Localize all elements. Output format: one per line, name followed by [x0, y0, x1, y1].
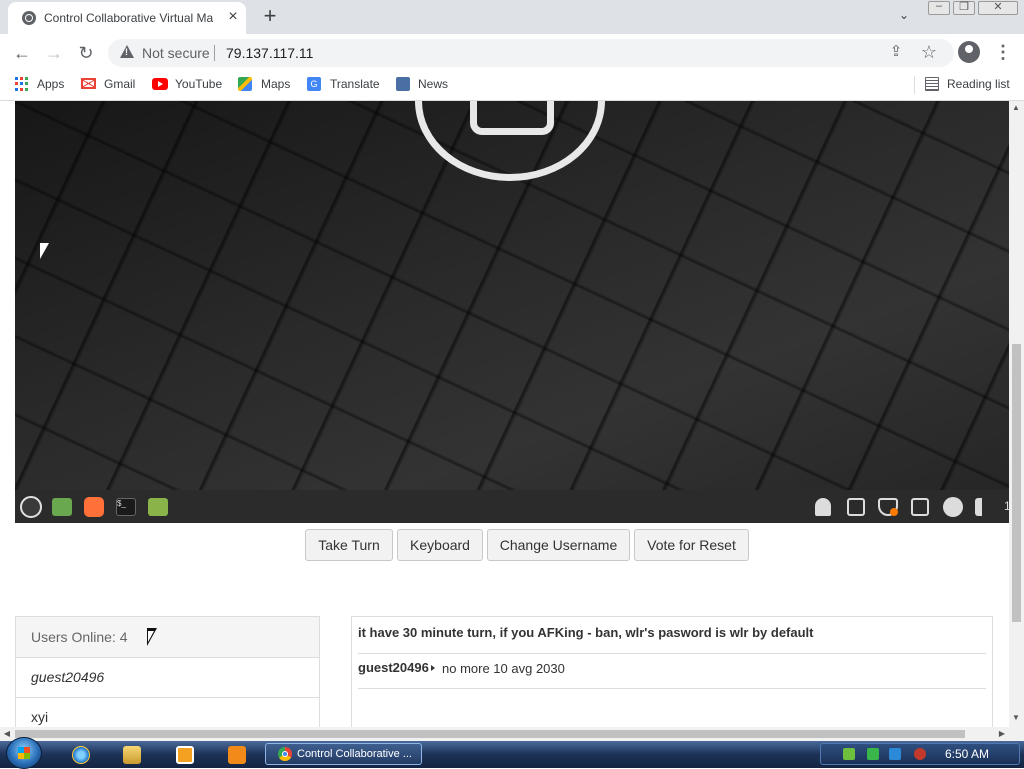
- update-shield-icon[interactable]: [878, 498, 898, 516]
- close-icon: ✕: [993, 1, 1003, 13]
- linux-mint-logo: [415, 101, 605, 181]
- browser-menu-icon[interactable]: ⋮: [994, 42, 1012, 62]
- reload-button[interactable]: ↻: [74, 42, 98, 64]
- browser-tab[interactable]: Control Collaborative Virtual Ma ×: [8, 2, 246, 34]
- horizontal-scroll-thumb[interactable]: [15, 730, 965, 738]
- chat-message: no more 10 avg 2030: [442, 661, 565, 676]
- scroll-right-icon[interactable]: ▶: [995, 727, 1009, 741]
- chat-divider: [358, 688, 986, 689]
- chat-username: guest20496: [358, 660, 429, 675]
- tab-close-icon[interactable]: ×: [224, 8, 242, 26]
- bookmarks-divider: [914, 76, 915, 94]
- windows-taskbar: Control Collaborative ... 6:50 AM: [0, 737, 1024, 769]
- close-window-button[interactable]: ✕: [978, 1, 1018, 15]
- vm-screen[interactable]: [15, 101, 1009, 490]
- app-icon[interactable]: [228, 746, 246, 764]
- bookmark-youtube[interactable]: YouTube: [175, 77, 222, 93]
- vertical-scroll-thumb[interactable]: [1012, 344, 1021, 622]
- clipboard-icon[interactable]: [847, 498, 865, 516]
- tab-strip: Control Collaborative Virtual Ma × + ⌄ –…: [0, 0, 1024, 34]
- vertical-scrollbar[interactable]: ▲ ▼: [1009, 101, 1024, 727]
- users-online-count: Users Online: 4: [31, 629, 128, 645]
- vm-taskbar-panel: $_ 1: [15, 490, 1011, 523]
- bookmark-news[interactable]: News: [418, 77, 448, 93]
- user-list-item[interactable]: guest20496: [16, 657, 319, 698]
- change-username-button[interactable]: Change Username: [487, 529, 630, 561]
- bookmark-star-icon[interactable]: ☆: [920, 43, 938, 61]
- bookmark-maps[interactable]: Maps: [261, 77, 290, 93]
- mouse-pointer-icon: [147, 628, 157, 646]
- display-tray-icon[interactable]: [889, 748, 901, 760]
- keyboard-button[interactable]: Keyboard: [397, 529, 483, 561]
- translate-icon: G: [307, 77, 321, 91]
- vote-reset-button[interactable]: Vote for Reset: [634, 529, 749, 561]
- clock[interactable]: 6:50 AM: [945, 747, 989, 761]
- power-icon[interactable]: [943, 497, 963, 517]
- start-button[interactable]: [6, 737, 42, 769]
- take-turn-button[interactable]: Take Turn: [305, 529, 393, 561]
- scroll-up-icon[interactable]: ▲: [1009, 101, 1023, 115]
- chat-divider: [358, 653, 986, 654]
- globe-favicon-icon: [22, 11, 36, 25]
- tab-search-icon[interactable]: ⌄: [894, 8, 914, 26]
- ie-icon[interactable]: [72, 746, 90, 764]
- share-icon[interactable]: ⇪: [888, 44, 904, 60]
- reading-list-button[interactable]: Reading list: [947, 77, 1010, 93]
- files-icon[interactable]: [148, 498, 168, 516]
- window-icon[interactable]: [911, 498, 929, 516]
- horizontal-scrollbar[interactable]: ◀ ▶: [0, 727, 1024, 741]
- show-desktop-icon[interactable]: [52, 498, 72, 516]
- users-header: Users Online: 4: [16, 617, 319, 658]
- task-label: Control Collaborative ...: [297, 748, 412, 760]
- security-tray-icon[interactable]: [843, 748, 855, 760]
- reading-list-icon: [925, 77, 939, 91]
- chat-arrow-icon: [431, 665, 435, 671]
- system-tray: 6:50 AM: [820, 743, 1020, 765]
- mint-menu-icon[interactable]: [20, 496, 42, 518]
- omnibox-divider: [214, 45, 215, 61]
- chat-notice: it have 30 minute turn, if you AFKing - …: [358, 625, 814, 640]
- bookmark-gmail[interactable]: Gmail: [104, 77, 135, 93]
- restore-button[interactable]: ❐: [953, 1, 975, 15]
- network-tray-icon[interactable]: [867, 748, 879, 760]
- users-panel: Users Online: 4 guest20496 xyi: [15, 616, 320, 736]
- username: xyi: [31, 709, 49, 725]
- new-tab-button[interactable]: +: [258, 5, 282, 29]
- explorer-icon[interactable]: [123, 746, 141, 764]
- restore-icon: ❐: [959, 1, 969, 13]
- news-icon: [396, 77, 410, 91]
- firefox-icon[interactable]: [84, 497, 104, 517]
- bookmark-apps[interactable]: Apps: [37, 77, 64, 93]
- address-bar[interactable]: Not secure 79.137.117.11 ⇪ ☆: [108, 39, 954, 67]
- profile-avatar-icon[interactable]: [958, 41, 980, 63]
- vm-mouse-cursor-icon: [40, 243, 49, 259]
- chrome-icon: [278, 747, 292, 761]
- apps-grid-icon: [15, 77, 29, 91]
- warning-icon[interactable]: [120, 45, 134, 58]
- volume-icon[interactable]: [975, 498, 991, 516]
- url-text[interactable]: 79.137.117.11: [226, 45, 313, 61]
- security-label[interactable]: Not secure: [142, 45, 210, 61]
- scroll-down-icon[interactable]: ▼: [1009, 711, 1023, 725]
- forward-button[interactable]: →: [42, 42, 66, 64]
- gmail-icon: [81, 78, 96, 89]
- scroll-left-icon[interactable]: ◀: [0, 727, 14, 741]
- chat-panel: it have 30 minute turn, if you AFKing - …: [351, 616, 993, 736]
- back-button[interactable]: ←: [10, 42, 34, 64]
- tab-title: Control Collaborative Virtual Ma: [44, 11, 214, 25]
- terminal-icon[interactable]: $_: [116, 498, 136, 516]
- taskbar-task-chrome[interactable]: Control Collaborative ...: [265, 743, 422, 765]
- maps-icon: [238, 77, 252, 91]
- username: guest20496: [31, 669, 105, 685]
- media-player-icon[interactable]: [176, 746, 194, 764]
- youtube-icon: [152, 78, 168, 90]
- minimize-icon: –: [935, 0, 943, 12]
- bookmarks-bar: Apps Gmail YouTube Maps G Translate News…: [0, 70, 1024, 101]
- bookmark-translate[interactable]: Translate: [330, 77, 380, 93]
- volume-tray-icon[interactable]: [914, 748, 926, 760]
- minimize-button[interactable]: –: [928, 0, 950, 15]
- notifications-icon[interactable]: [815, 498, 831, 516]
